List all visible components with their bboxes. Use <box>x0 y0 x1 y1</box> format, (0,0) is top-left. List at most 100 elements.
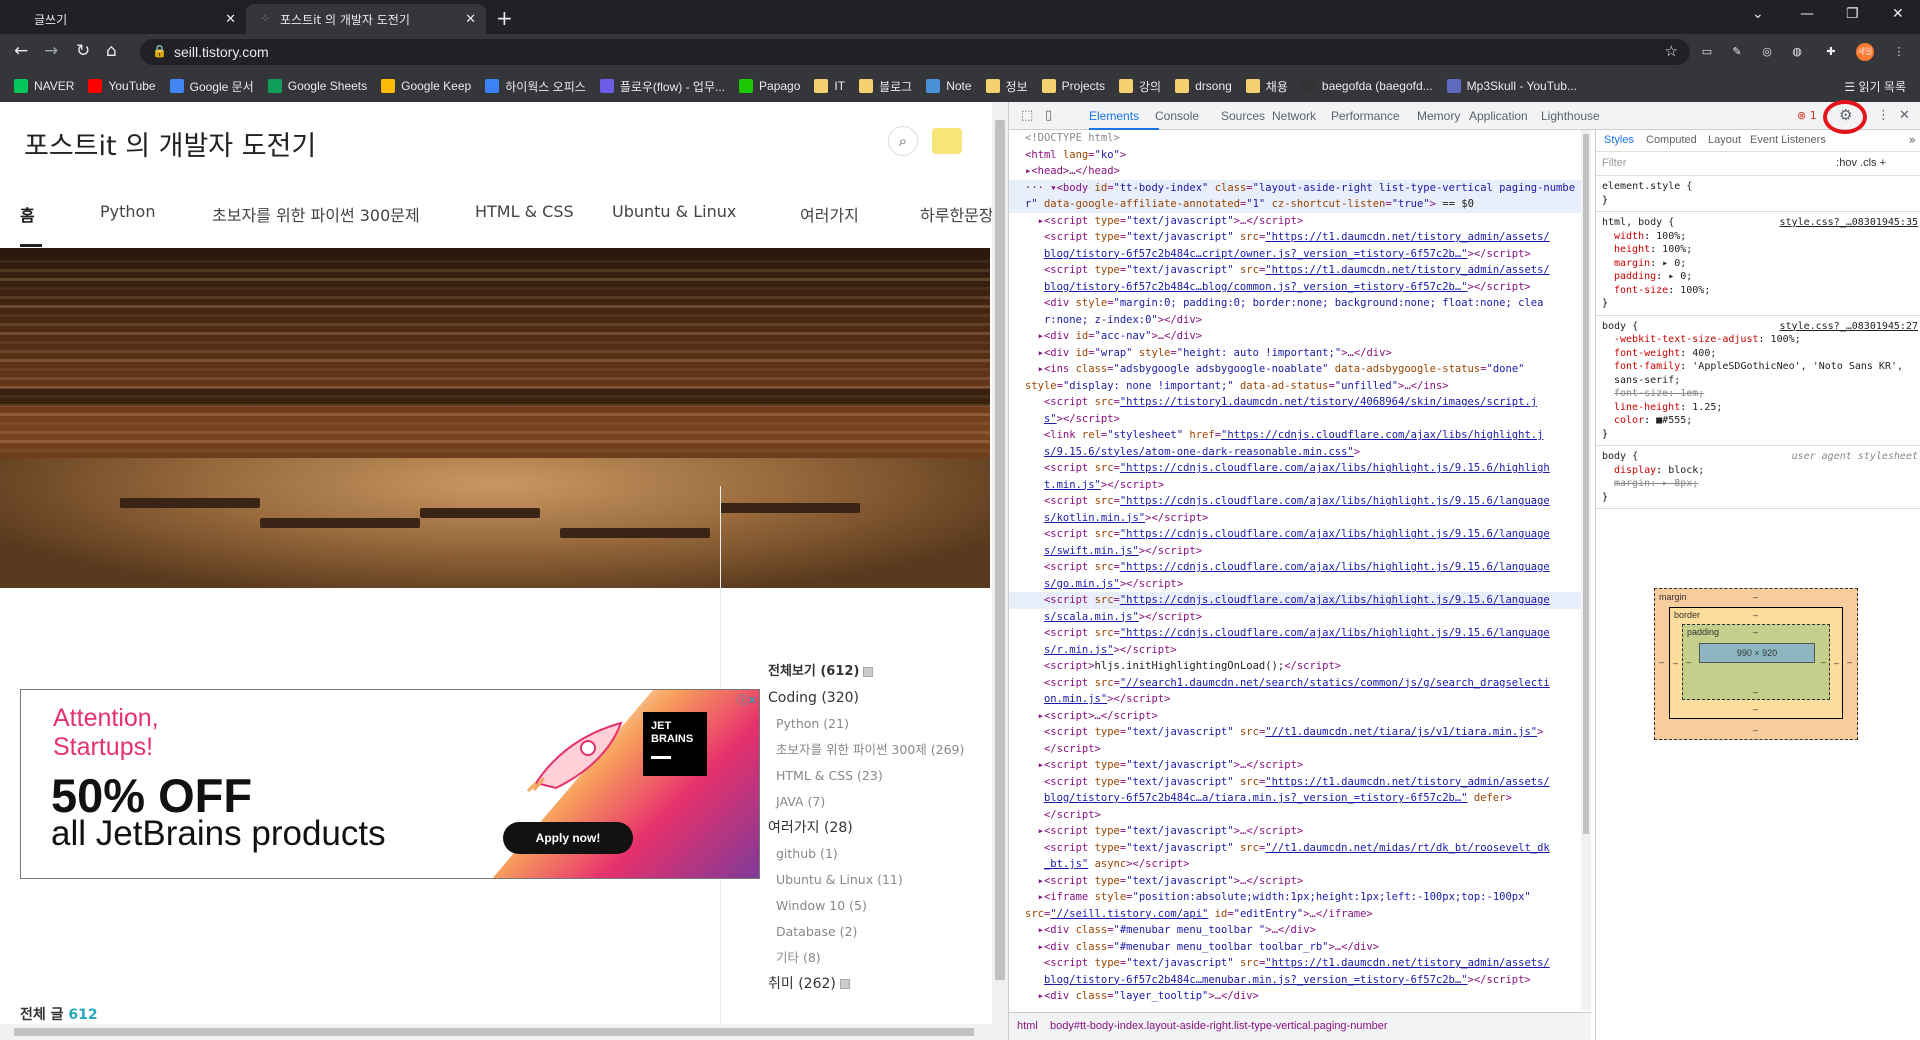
dom-node-line[interactable]: r" data-google-affiliate-annotated="1" c… <box>1009 196 1585 213</box>
category-item[interactable]: HTML & CSS (23) <box>768 763 988 789</box>
bookmark-item[interactable]: IT <box>814 79 845 93</box>
category-item[interactable]: 여러가지 (28) <box>768 815 988 841</box>
css-property[interactable]: color: ■#555; <box>1602 414 1916 428</box>
dom-node-line[interactable]: <script src="https://cdnjs.cloudflare.co… <box>1009 526 1585 543</box>
dom-node-line[interactable]: <script type="text/javascript" src="http… <box>1009 774 1585 791</box>
category-item[interactable]: Ubuntu & Linux (11) <box>768 867 988 893</box>
home-icon[interactable]: ⌂ <box>106 41 117 61</box>
dom-node-line[interactable]: <script src="https://cdnjs.cloudflare.co… <box>1009 559 1585 576</box>
rule-source[interactable]: style.css?_…08301945:35 <box>1780 216 1918 230</box>
devtools-close-icon[interactable]: ✕ <box>1899 108 1910 123</box>
new-tab-icon[interactable]: + <box>496 6 513 30</box>
more-tabs-icon[interactable]: » <box>1909 133 1916 147</box>
devtools-tab-application[interactable]: Application <box>1469 109 1528 123</box>
dom-node-line[interactable]: t.min.js"></script> <box>1009 477 1585 494</box>
css-property[interactable]: font-weight: 400; <box>1602 347 1916 361</box>
page-scrollbar-vertical[interactable] <box>992 102 1008 1040</box>
puzzle-extensions-icon[interactable]: ✚ <box>1822 43 1840 61</box>
css-property[interactable]: height: 100%; <box>1602 243 1916 257</box>
dom-node-line[interactable]: ▸<script type="text/javascript">…</scrip… <box>1009 757 1585 774</box>
dom-node-line[interactable]: blog/tistory-6f57c2b484c…blog/common.js?… <box>1009 279 1585 296</box>
elements-tree[interactable]: <!DOCTYPE html> <html lang="ko"> ▸<head>…<… <box>1009 130 1585 1010</box>
css-property[interactable]: line-height: 1.25; <box>1602 401 1916 415</box>
dom-node-line[interactable]: ▸<head>…</head> <box>1009 163 1585 180</box>
dom-node-line[interactable]: </script> <box>1009 807 1585 824</box>
devtools-tab-memory[interactable]: Memory <box>1417 109 1460 123</box>
terminal-extension-icon[interactable]: ▭ <box>1698 43 1716 61</box>
bookmark-item[interactable]: YouTube <box>88 79 156 93</box>
bookmark-item[interactable]: Google 문서 <box>169 78 254 95</box>
bookmark-item[interactable]: drsong <box>1175 79 1232 93</box>
close-icon[interactable]: ✕ <box>225 12 236 27</box>
menu-item[interactable]: HTML & CSS <box>475 202 574 221</box>
devtools-tab-performance[interactable]: Performance <box>1331 109 1400 123</box>
dom-node-line[interactable]: ··· ▾<body id="tt-body-index" class="lay… <box>1009 179 1585 196</box>
dom-node-line[interactable]: <script src="https://cdnjs.cloudflare.co… <box>1009 460 1585 477</box>
css-property[interactable]: font-size: 100%; <box>1602 284 1916 298</box>
tab-blog[interactable]: ⁘ 포스트it 의 개발자 도전기 ✕ <box>246 4 486 34</box>
dom-node-line[interactable]: <script type="text/javascript" src="http… <box>1009 955 1585 972</box>
dom-node-line[interactable]: ▸<script type="text/javascript">…</scrip… <box>1009 873 1585 890</box>
ad-info-icon[interactable]: ⓘ✕ <box>737 692 757 708</box>
globe-icon[interactable]: ◍ <box>1788 43 1806 61</box>
reload-icon[interactable]: ↻ <box>76 41 90 61</box>
breadcrumb-html[interactable]: html <box>1017 1020 1038 1032</box>
category-item[interactable]: Python (21) <box>768 711 988 737</box>
error-badge[interactable]: ⊗ 1 <box>1797 109 1817 122</box>
css-property[interactable]: padding: ▸ 0; <box>1602 270 1916 284</box>
menu-item[interactable]: 초보자를 위한 파이썬 300문제 <box>212 202 420 226</box>
bookmark-item[interactable]: Papago <box>739 79 800 93</box>
dom-node-line[interactable]: ▸<div id="acc-nav">…</div> <box>1009 328 1585 345</box>
devtools-tab-lighthouse[interactable]: Lighthouse <box>1541 109 1600 123</box>
category-item[interactable]: 취미 (262) <box>768 971 988 997</box>
devtools-tab-elements[interactable]: Elements <box>1089 109 1139 123</box>
jetbrains-ad[interactable]: Attention, Startups! 50% OFF all JetBrain… <box>20 689 760 879</box>
dom-node-line[interactable]: s/9.15.6/styles/atom-one-dark-reasonable… <box>1009 444 1585 461</box>
blog-title[interactable]: 포스트it 의 개발자 도전기 <box>24 124 316 163</box>
css-property[interactable]: margin: ▸ 0; <box>1602 257 1916 271</box>
box-model-content[interactable]: 990 × 920 <box>1699 643 1815 663</box>
dom-node-line[interactable]: ▸<div class="layer_tooltip">…</div> <box>1009 988 1585 1005</box>
scroll-thumb[interactable] <box>14 1028 974 1036</box>
blog-avatar[interactable] <box>932 128 962 154</box>
filter-toggles[interactable]: :hov .cls + <box>1836 157 1886 169</box>
category-item[interactable]: Database (2) <box>768 919 988 945</box>
styles-tab[interactable]: Event Listeners <box>1750 134 1826 146</box>
dom-node-line[interactable]: style="display: none !important;" data-a… <box>1009 378 1585 395</box>
bookmark-item[interactable]: NAVER <box>14 79 74 93</box>
dom-node-line[interactable]: s/swift.min.js"></script> <box>1009 543 1585 560</box>
bookmark-item[interactable]: Mp3Skull - YouTub... <box>1446 79 1577 93</box>
dom-node-line[interactable]: src="//seill.tistory.com/api" id="editEn… <box>1009 906 1585 923</box>
dom-node-line[interactable]: blog/tistory-6f57c2b484c…a/tiara.min.js?… <box>1009 790 1585 807</box>
extension-icon[interactable]: ◎ <box>1758 43 1776 61</box>
styles-filter[interactable]: Filter :hov .cls + <box>1596 152 1920 176</box>
bookmark-item[interactable]: 플로우(flow) - 업무... <box>599 78 725 95</box>
dom-node-line[interactable]: ▸<script type="text/javascript">…</scrip… <box>1009 213 1585 230</box>
menu-item[interactable]: 여러가지 <box>800 202 859 226</box>
dom-node-line[interactable]: <script src="https://cdnjs.cloudflare.co… <box>1009 625 1585 642</box>
rule-selector[interactable]: element.style { <box>1602 180 1916 194</box>
dom-node-line[interactable]: ▸<div class="#menubar menu_toolbar toolb… <box>1009 939 1585 956</box>
menu-item[interactable]: Python <box>100 202 155 221</box>
css-property[interactable]: -webkit-text-size-adjust: 100%; <box>1602 333 1916 347</box>
dom-node-line[interactable]: ▸<div class="#menubar menu_toolbar ">…</… <box>1009 922 1585 939</box>
rule-source[interactable]: style.css?_…08301945:27 <box>1780 320 1918 334</box>
bookmark-item[interactable]: 하이웍스 오피스 <box>485 78 586 95</box>
window-close-icon[interactable]: ✕ <box>1892 6 1904 22</box>
dom-node-line[interactable]: <script type="text/javascript" src="//t1… <box>1009 840 1585 857</box>
forward-icon[interactable]: → <box>44 41 58 61</box>
dom-node-line[interactable]: ▸<div id="wrap" style="height: auto !imp… <box>1009 345 1585 362</box>
menu-item[interactable]: Ubuntu & Linux <box>612 202 736 221</box>
bookmark-item[interactable]: Projects <box>1041 79 1105 93</box>
bookmark-item[interactable]: 블로그 <box>859 78 912 95</box>
dom-node-line[interactable]: ▸<script>…</script> <box>1009 708 1585 725</box>
dom-node-line[interactable]: <link rel="stylesheet" href="https://cdn… <box>1009 427 1585 444</box>
dom-node-line[interactable]: s"></script> <box>1009 411 1585 428</box>
device-toggle-icon[interactable]: ▯ <box>1045 108 1052 123</box>
dom-node-line[interactable]: <script type="text/javascript" src="http… <box>1009 229 1585 246</box>
devtools-tab-console[interactable]: Console <box>1155 109 1199 123</box>
bookmark-item[interactable]: 정보 <box>985 78 1028 95</box>
category-item[interactable]: github (1) <box>768 841 988 867</box>
category-item[interactable]: 기타 (8) <box>768 945 988 971</box>
dom-node-line[interactable]: <html lang="ko"> <box>1009 147 1585 164</box>
